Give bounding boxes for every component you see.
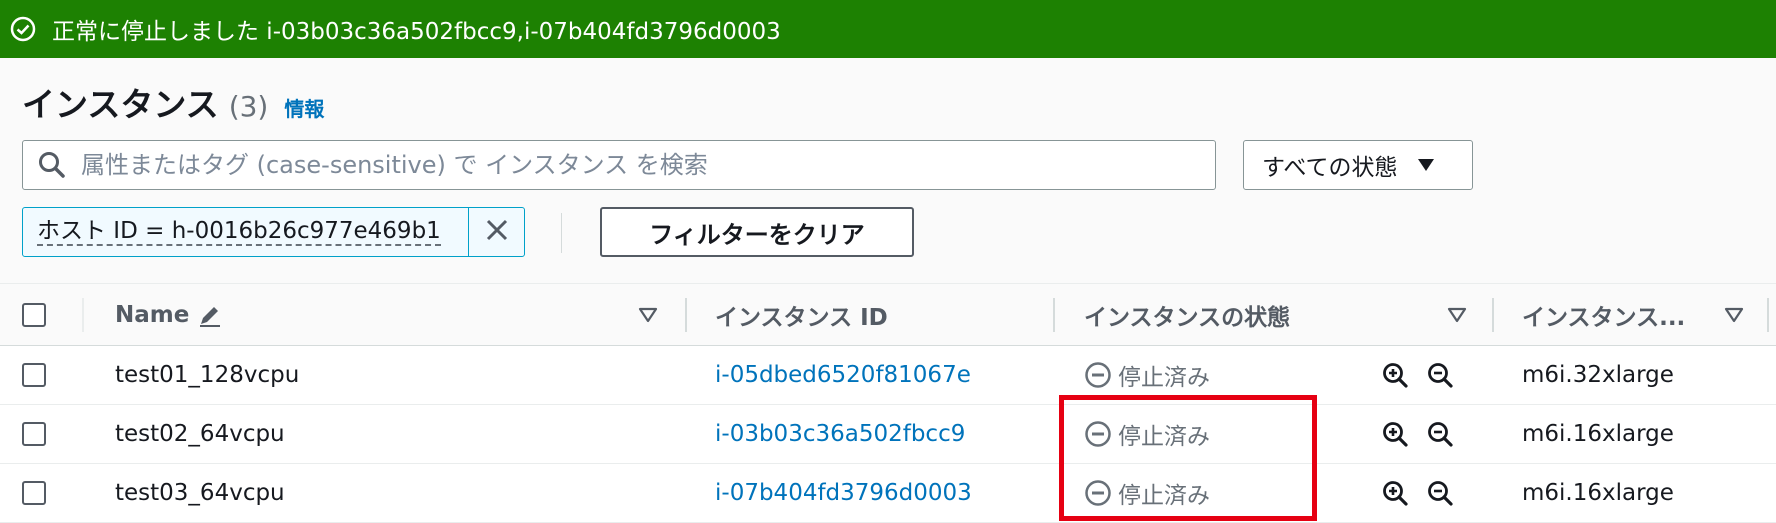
banner-message: 正常に停止しました i-03b03c36a502fbcc9,i-07b404fd…	[52, 19, 781, 45]
divider	[561, 213, 562, 253]
instance-state: 停止済み	[1084, 405, 1210, 463]
column-header-state[interactable]: インスタンスの状態	[1084, 284, 1290, 345]
search-icon	[37, 150, 67, 180]
sort-type-button[interactable]	[1724, 284, 1744, 345]
row-checkbox[interactable]	[22, 363, 46, 387]
caret-down-icon	[1417, 158, 1435, 172]
instance-type: m6i.32xlarge	[1522, 362, 1674, 388]
column-header-instance-type[interactable]: インスタンス...	[1522, 284, 1685, 345]
table-header: Name インスタンス ID インスタンスの状態 インスタンス...	[0, 283, 1776, 346]
row-checkbox[interactable]	[22, 481, 46, 505]
filter-token-label[interactable]: ホスト ID = h-0016b26c977e469b1	[23, 208, 468, 256]
stopped-icon	[1084, 420, 1112, 448]
select-all-checkbox[interactable]	[22, 302, 46, 327]
instance-id-link[interactable]: i-03b03c36a502fbcc9	[715, 405, 965, 463]
edit-icon	[197, 302, 223, 328]
sort-icon	[1724, 307, 1744, 323]
instance-type: m6i.16xlarge	[1522, 480, 1674, 506]
sort-icon	[1447, 307, 1467, 323]
column-resizer[interactable]	[685, 298, 687, 332]
search-box[interactable]	[22, 140, 1216, 190]
column-resizer[interactable]	[1053, 298, 1055, 332]
instance-name: test03_64vcpu	[115, 480, 285, 506]
instance-name: test01_128vcpu	[115, 362, 300, 388]
panel-header: インスタンス (3) 情報	[22, 78, 324, 126]
info-link[interactable]: 情報	[284, 93, 324, 122]
select-all-cell	[22, 284, 46, 345]
instance-type: m6i.16xlarge	[1522, 421, 1674, 447]
zoom-out-icon[interactable]	[1426, 420, 1454, 448]
page-title: インスタンス	[22, 85, 219, 124]
sort-name-button[interactable]	[638, 284, 658, 345]
state-filter-select[interactable]: すべての状態	[1243, 140, 1473, 190]
zoom-in-icon[interactable]	[1381, 361, 1409, 389]
stopped-icon	[1084, 361, 1112, 389]
search-input[interactable]	[81, 151, 1181, 179]
column-header-name[interactable]: Name	[115, 284, 223, 345]
column-header-instance-id[interactable]: インスタンス ID	[715, 284, 888, 345]
column-resizer[interactable]	[1767, 298, 1769, 332]
clear-filters-button[interactable]: フィルターをクリア	[600, 207, 914, 257]
instance-id-link[interactable]: i-05dbed6520f81067e	[715, 346, 971, 404]
success-banner: 正常に停止しました i-03b03c36a502fbcc9,i-07b404fd…	[0, 0, 1776, 58]
instance-name: test02_64vcpu	[115, 421, 285, 447]
instances-table: Name インスタンス ID インスタンスの状態 インスタンス... test0…	[0, 283, 1776, 523]
table-row[interactable]: test03_64vcpu i-07b404fd3796d0003 停止済み m…	[0, 464, 1776, 523]
filter-token: ホスト ID = h-0016b26c977e469b1	[22, 207, 525, 257]
sort-state-button[interactable]	[1447, 284, 1467, 345]
instance-count: (3)	[228, 90, 269, 123]
zoom-out-icon[interactable]	[1426, 361, 1454, 389]
state-filter-value: すべての状態	[1262, 155, 1398, 181]
sort-icon	[638, 307, 658, 323]
stopped-icon	[1084, 479, 1112, 507]
instance-state: 停止済み	[1084, 346, 1210, 404]
table-row[interactable]: test01_128vcpu i-05dbed6520f81067e 停止済み …	[0, 346, 1776, 405]
column-separator	[82, 298, 84, 332]
remove-filter-button[interactable]	[468, 208, 524, 256]
column-resizer[interactable]	[1492, 298, 1494, 332]
close-icon	[485, 218, 509, 246]
instance-state: 停止済み	[1084, 464, 1210, 522]
instances-panel: インスタンス (3) 情報 すべての状態 ホスト ID = h-0016b26c…	[0, 58, 1776, 523]
zoom-in-icon[interactable]	[1381, 420, 1409, 448]
zoom-out-icon[interactable]	[1426, 479, 1454, 507]
zoom-in-icon[interactable]	[1381, 479, 1409, 507]
row-checkbox[interactable]	[22, 422, 46, 446]
instance-id-link[interactable]: i-07b404fd3796d0003	[715, 464, 972, 522]
table-row[interactable]: test02_64vcpu i-03b03c36a502fbcc9 停止済み m…	[0, 405, 1776, 464]
check-circle-icon	[10, 16, 36, 42]
